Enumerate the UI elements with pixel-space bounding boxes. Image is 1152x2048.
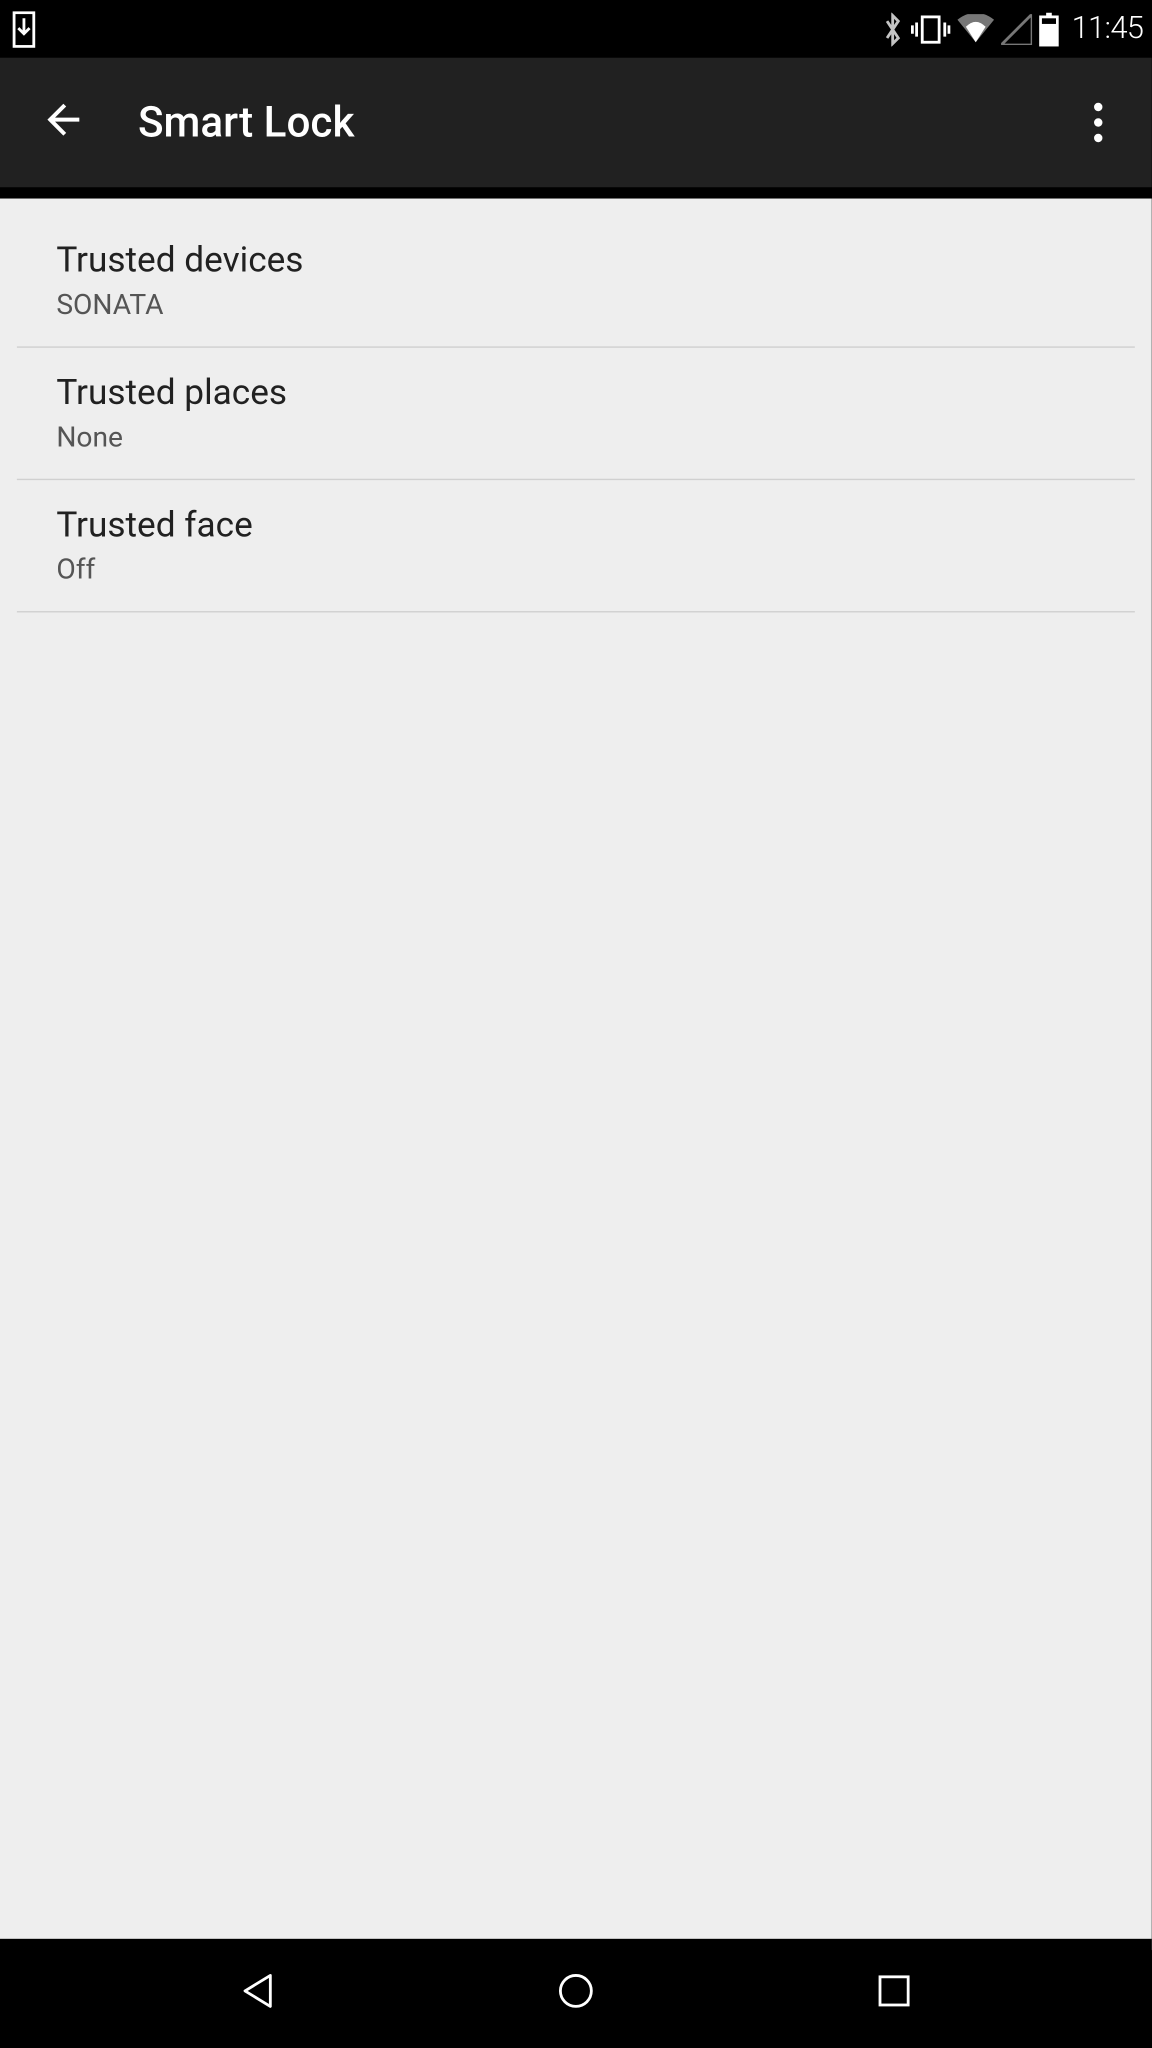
arrow-back-icon: [39, 96, 87, 150]
vibrate-icon: [911, 13, 950, 44]
nav-recent-button[interactable]: [838, 1970, 951, 2015]
status-clock: 11:45: [1072, 11, 1144, 46]
download-box-icon: [8, 11, 39, 48]
cell-signal-icon: [1001, 13, 1032, 44]
square-recent-icon: [874, 1970, 913, 2015]
app-bar: Smart Lock: [0, 58, 1152, 188]
more-vert-icon: [1094, 103, 1102, 142]
status-bar: 11:45: [0, 0, 1152, 58]
item-summary: SONATA: [56, 287, 1095, 321]
system-nav-bar: [0, 1939, 1152, 2047]
item-title: Trusted devices: [56, 241, 1095, 282]
nav-home-button[interactable]: [520, 1969, 633, 2017]
item-summary: None: [56, 420, 1095, 454]
bluetooth-icon: [881, 12, 904, 46]
item-title: Trusted places: [56, 373, 1095, 414]
item-title: Trusted face: [56, 505, 1095, 546]
settings-content: Trusted devices SONATA Trusted places No…: [0, 199, 1152, 1951]
circle-home-icon: [555, 1969, 597, 2017]
trusted-places-item[interactable]: Trusted places None: [0, 348, 1152, 479]
wifi-icon: [958, 13, 995, 44]
back-button[interactable]: [34, 93, 93, 152]
trusted-devices-item[interactable]: Trusted devices SONATA: [0, 215, 1152, 346]
nav-back-button[interactable]: [201, 1969, 314, 2017]
trusted-face-item[interactable]: Trusted face Off: [0, 480, 1152, 611]
divider: [17, 611, 1135, 612]
battery-icon: [1039, 12, 1059, 46]
triangle-back-icon: [237, 1969, 279, 2017]
page-title: Smart Lock: [138, 98, 355, 147]
item-summary: Off: [56, 552, 1095, 586]
overflow-menu-button[interactable]: [1076, 93, 1121, 152]
